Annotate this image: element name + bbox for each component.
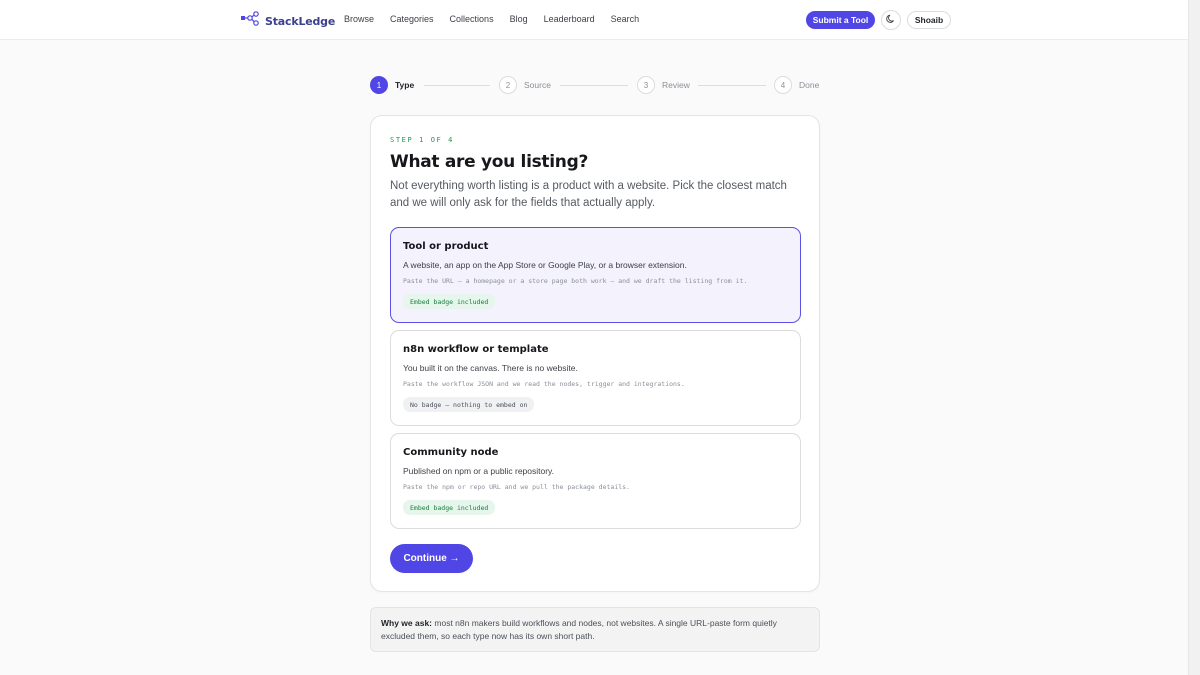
option-note: Paste the workflow JSON and we read the … xyxy=(403,380,685,388)
logo-icon xyxy=(240,11,260,32)
option-tool-or-product[interactable]: Tool or product A website, an app on the… xyxy=(390,227,801,323)
user-menu-button[interactable]: Shoaib xyxy=(907,11,951,29)
step-source: 2 Source xyxy=(499,76,551,94)
nav-link-collections[interactable]: Collections xyxy=(450,14,494,24)
logo-text: StackLedge xyxy=(265,15,336,28)
nav-link-search[interactable]: Search xyxy=(611,14,640,24)
intro-text: Not everything worth listing is a produc… xyxy=(390,180,787,209)
moon-icon xyxy=(886,11,896,29)
step-review: 3 Review xyxy=(637,76,690,94)
nav-link-blog[interactable]: Blog xyxy=(510,14,528,24)
logo[interactable]: StackLedge xyxy=(240,11,335,32)
step-number: 2 xyxy=(499,76,517,94)
nav-links: Browse Categories Collections Blog Leade… xyxy=(344,14,639,24)
submit-tool-button[interactable]: Submit a Tool xyxy=(806,11,875,29)
theme-toggle-button[interactable] xyxy=(881,10,901,30)
continue-button[interactable]: Continue → xyxy=(390,544,473,573)
step-label: Review xyxy=(662,80,690,90)
step-connector xyxy=(560,85,628,86)
step-label: Source xyxy=(524,80,551,90)
option-description: Published on npm or a public repository. xyxy=(403,466,555,476)
step-number: 1 xyxy=(370,76,388,94)
why-we-ask-note: Why we ask: most n8n makers build workfl… xyxy=(370,607,820,652)
option-n8n-workflow[interactable]: n8n workflow or template You built it on… xyxy=(390,330,801,426)
step-connector xyxy=(698,85,766,86)
no-badge-tag: No badge — nothing to embed on xyxy=(403,397,535,412)
option-note: Paste the URL — a homepage or a store pa… xyxy=(403,277,748,285)
option-title: Community node xyxy=(403,447,499,458)
embed-badge: Embed badge included xyxy=(403,500,496,515)
info-lead: Why we ask: xyxy=(381,618,433,628)
option-community-node[interactable]: Community node Published on npm or a pub… xyxy=(390,433,801,529)
step-done: 4 Done xyxy=(774,76,819,94)
page-title: What are you listing? xyxy=(390,152,589,172)
option-description: A website, an app on the App Store or Go… xyxy=(403,260,687,270)
step-number: 4 xyxy=(774,76,792,94)
nav-link-leaderboard[interactable]: Leaderboard xyxy=(544,14,595,24)
scrollbar[interactable] xyxy=(1188,0,1200,675)
step-connector xyxy=(424,85,490,86)
step-number: 3 xyxy=(637,76,655,94)
step-label: Type xyxy=(395,80,415,90)
info-text: most n8n makers build workflows and node… xyxy=(381,618,777,641)
option-description: You built it on the canvas. There is no … xyxy=(403,363,578,373)
nav-link-categories[interactable]: Categories xyxy=(390,14,434,24)
option-note: Paste the npm or repo URL and we pull th… xyxy=(403,483,630,491)
listing-type-card: STEP 1 OF 4 What are you listing? Not ev… xyxy=(370,115,820,592)
embed-badge: Embed badge included xyxy=(403,294,496,309)
top-nav: StackLedge Browse Categories Collections… xyxy=(0,0,1188,40)
nav-link-browse[interactable]: Browse xyxy=(344,14,374,24)
option-title: n8n workflow or template xyxy=(403,344,549,355)
option-title: Tool or product xyxy=(403,241,489,252)
step-eyebrow: STEP 1 OF 4 xyxy=(390,136,454,144)
step-type: 1 Type xyxy=(370,76,414,94)
progress-stepper: 1 Type 2 Source 3 Review 4 Done xyxy=(370,76,820,94)
step-label: Done xyxy=(799,80,820,90)
